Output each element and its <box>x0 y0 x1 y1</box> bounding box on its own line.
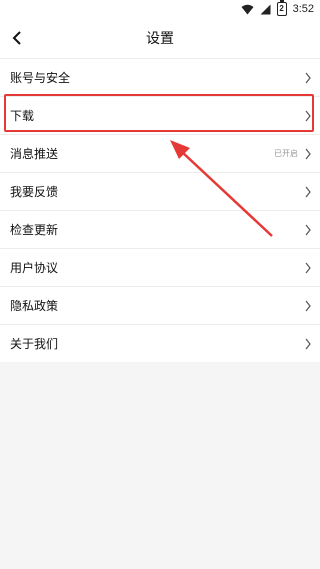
settings-item-label: 用户协议 <box>10 261 59 275</box>
header-bar: 设置 <box>0 18 320 58</box>
status-icons: 2 3:52 <box>241 0 314 16</box>
chevron-right-icon <box>305 110 311 121</box>
settings-item-value: 已开启 <box>274 149 298 158</box>
settings-item-check-update[interactable]: 检查更新 <box>0 210 320 248</box>
chevron-right-icon <box>305 148 311 159</box>
chevron-left-icon <box>12 31 21 45</box>
status-bar: 2 3:52 <box>0 0 320 18</box>
chevron-right-icon <box>305 338 311 349</box>
settings-item-account-security[interactable]: 账号与安全 <box>0 58 320 96</box>
page-title: 设置 <box>146 31 174 47</box>
settings-item-label: 我要反馈 <box>10 185 59 199</box>
battery-icon: 2 <box>276 0 287 16</box>
settings-item-label: 检查更新 <box>10 223 59 237</box>
status-time: 3:52 <box>292 3 314 15</box>
battery-level: 2 <box>279 4 284 13</box>
settings-item-user-agreement[interactable]: 用户协议 <box>0 248 320 286</box>
chevron-right-icon <box>305 224 311 235</box>
settings-item-download[interactable]: 下载 <box>0 96 320 134</box>
chevron-right-icon <box>305 72 311 83</box>
settings-list: 账号与安全 下载 消息推送 已开启 我要反馈 检查更新 用户协议 隐私政策 关于… <box>0 58 320 362</box>
settings-item-about-us[interactable]: 关于我们 <box>0 324 320 362</box>
settings-item-label: 消息推送 <box>10 147 59 161</box>
wifi-icon <box>241 4 254 14</box>
chevron-right-icon <box>305 300 311 311</box>
signal-icon <box>260 4 271 14</box>
settings-item-label: 下载 <box>10 109 35 123</box>
settings-item-label: 隐私政策 <box>10 299 59 313</box>
chevron-right-icon <box>305 186 311 197</box>
settings-item-push-notifications[interactable]: 消息推送 已开启 <box>0 134 320 172</box>
settings-item-label: 账号与安全 <box>10 71 71 85</box>
chevron-right-icon <box>305 262 311 273</box>
settings-item-label: 关于我们 <box>10 337 59 351</box>
settings-item-feedback[interactable]: 我要反馈 <box>0 172 320 210</box>
settings-item-privacy-policy[interactable]: 隐私政策 <box>0 286 320 324</box>
back-button[interactable] <box>4 24 30 52</box>
